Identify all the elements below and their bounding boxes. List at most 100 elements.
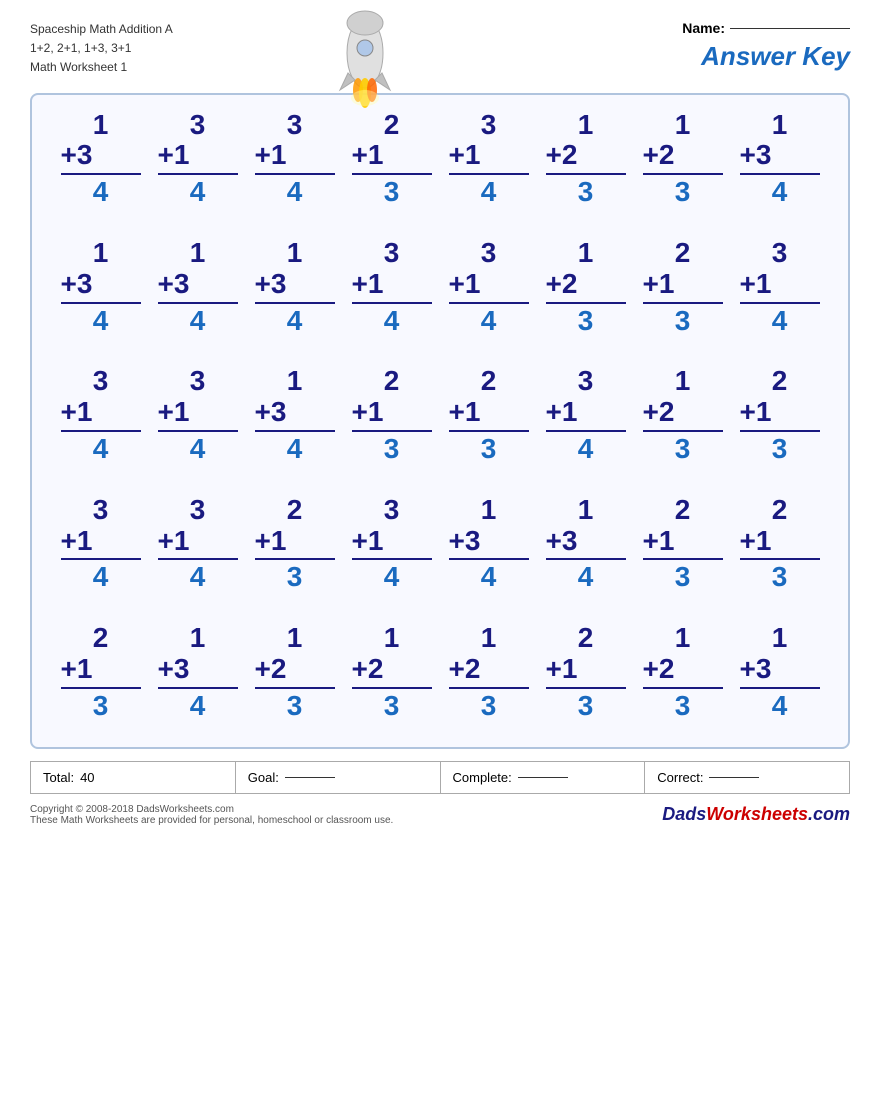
problem-top: 3 — [578, 366, 594, 397]
copyright-line1: Copyright © 2008-2018 DadsWorksheets.com — [30, 804, 393, 815]
problem-top: 2 — [287, 495, 303, 526]
problem-top: 3 — [190, 495, 206, 526]
problem-4-8: 2+13 — [740, 495, 820, 593]
correct-cell: Correct: — [645, 762, 849, 793]
problem-addend: +2 — [352, 654, 432, 689]
problem-addend: +3 — [740, 140, 820, 175]
goal-blank — [285, 777, 335, 778]
problem-5-3: 1+23 — [255, 623, 335, 721]
problem-2-4: 3+14 — [352, 238, 432, 336]
problem-addend: +1 — [449, 269, 529, 304]
title-line2: 1+2, 2+1, 1+3, 3+1 — [30, 39, 173, 58]
problem-2-5: 3+14 — [449, 238, 529, 336]
complete-cell: Complete: — [441, 762, 646, 793]
problem-answer: 3 — [675, 434, 691, 465]
problem-addend: +1 — [546, 654, 626, 689]
problem-top: 1 — [287, 238, 303, 269]
problem-top: 1 — [675, 110, 691, 141]
problem-2-2: 1+34 — [158, 238, 238, 336]
problem-top: 2 — [772, 495, 788, 526]
copyright: Copyright © 2008-2018 DadsWorksheets.com… — [30, 804, 850, 826]
problem-answer: 4 — [190, 306, 206, 337]
problem-answer: 3 — [578, 306, 594, 337]
problem-top: 2 — [481, 366, 497, 397]
problem-addend: +1 — [158, 526, 238, 561]
problem-answer: 4 — [287, 306, 303, 337]
problem-addend: +1 — [546, 397, 626, 432]
problem-answer: 4 — [190, 434, 206, 465]
problem-5-2: 1+34 — [158, 623, 238, 721]
problem-1-3: 3+14 — [255, 110, 335, 208]
problem-answer: 3 — [384, 177, 400, 208]
problem-answer: 3 — [578, 691, 594, 722]
problem-addend: +3 — [740, 654, 820, 689]
problem-top: 1 — [578, 495, 594, 526]
header-right: Name: Answer Key — [682, 20, 850, 72]
problem-answer: 3 — [675, 177, 691, 208]
problem-addend: +3 — [546, 526, 626, 561]
problem-5-6: 2+13 — [546, 623, 626, 721]
problem-top: 1 — [772, 623, 788, 654]
totals-box: Total: 40 Goal: Complete: Correct: — [30, 761, 850, 794]
name-line: Name: — [682, 20, 850, 36]
problem-addend: +2 — [546, 269, 626, 304]
problem-addend: +2 — [643, 397, 723, 432]
problem-answer: 4 — [93, 306, 109, 337]
problem-answer: 4 — [384, 306, 400, 337]
problem-1-6: 1+23 — [546, 110, 626, 208]
answer-key-label: Answer Key — [701, 41, 850, 72]
problem-row-4: 3+143+142+133+141+341+342+132+13 — [52, 495, 828, 593]
problem-answer: 4 — [287, 177, 303, 208]
problem-top: 1 — [287, 366, 303, 397]
problem-top: 3 — [93, 366, 109, 397]
rocket-icon — [320, 8, 410, 113]
copyright-line2: These Math Worksheets are provided for p… — [30, 815, 393, 826]
problem-addend: +1 — [449, 397, 529, 432]
goal-label: Goal: — [248, 770, 279, 785]
problem-1-5: 3+14 — [449, 110, 529, 208]
problem-3-3: 1+34 — [255, 366, 335, 464]
name-label: Name: — [682, 20, 725, 36]
problem-4-5: 1+34 — [449, 495, 529, 593]
problem-answer: 3 — [287, 691, 303, 722]
problem-addend: +1 — [643, 269, 723, 304]
correct-blank — [709, 777, 759, 778]
problem-addend: +1 — [61, 397, 141, 432]
problem-top: 1 — [190, 238, 206, 269]
problem-top: 1 — [93, 238, 109, 269]
problem-answer: 4 — [190, 562, 206, 593]
problem-answer: 4 — [481, 177, 497, 208]
problem-addend: +1 — [740, 526, 820, 561]
correct-label: Correct: — [657, 770, 703, 785]
problem-top: 1 — [578, 110, 594, 141]
problem-1-4: 2+13 — [352, 110, 432, 208]
problem-5-5: 1+23 — [449, 623, 529, 721]
problem-answer: 4 — [190, 691, 206, 722]
problem-top: 3 — [287, 110, 303, 141]
problem-2-6: 1+23 — [546, 238, 626, 336]
problem-top: 3 — [384, 495, 400, 526]
problem-top: 1 — [384, 623, 400, 654]
problem-top: 3 — [481, 238, 497, 269]
problem-answer: 3 — [93, 691, 109, 722]
problem-2-1: 1+34 — [61, 238, 141, 336]
problem-addend: +3 — [61, 269, 141, 304]
problem-top: 1 — [578, 238, 594, 269]
complete-blank — [518, 777, 568, 778]
problem-top: 3 — [772, 238, 788, 269]
problem-4-7: 2+13 — [643, 495, 723, 593]
problem-addend: +3 — [449, 526, 529, 561]
problem-4-2: 3+14 — [158, 495, 238, 593]
problem-3-8: 2+13 — [740, 366, 820, 464]
problem-addend: +1 — [449, 140, 529, 175]
title-line1: Spaceship Math Addition A — [30, 20, 173, 39]
problem-addend: +1 — [158, 140, 238, 175]
problem-answer: 4 — [578, 562, 594, 593]
problem-4-6: 1+34 — [546, 495, 626, 593]
problem-top: 2 — [675, 238, 691, 269]
problem-addend: +1 — [740, 397, 820, 432]
problem-answer: 4 — [481, 562, 497, 593]
problem-3-6: 3+14 — [546, 366, 626, 464]
problem-row-2: 1+341+341+343+143+141+232+133+14 — [52, 238, 828, 336]
problem-addend: +1 — [255, 526, 335, 561]
